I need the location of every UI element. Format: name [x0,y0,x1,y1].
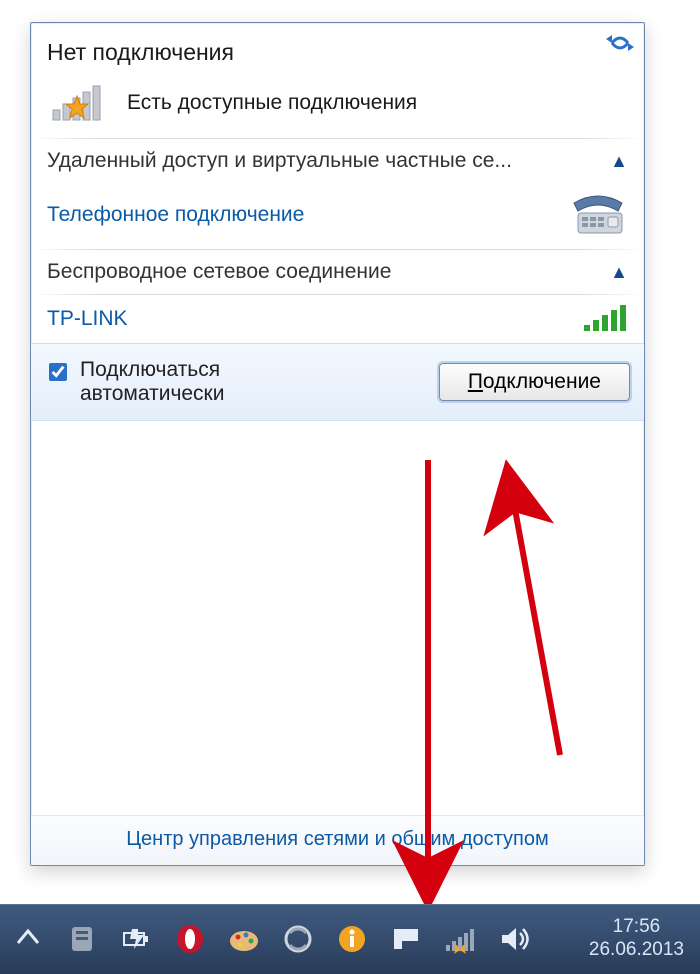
wifi-ssid: TP-LINK [47,307,128,331]
dialup-connection-item[interactable]: Телефонное подключение [31,183,644,249]
available-connections-text: Есть доступные подключения [127,91,417,115]
telephone-modem-icon [568,193,628,237]
refresh-icon [606,31,634,55]
refresh-button[interactable] [606,31,634,55]
tray-paint-icon[interactable] [226,921,262,957]
tray-info-icon[interactable] [334,921,370,957]
signal-strength-icon [584,305,628,333]
network-flyout: Нет подключения [30,22,645,866]
wireless-section-header[interactable]: Беспроводное сетевое соединение ▲ [31,250,644,294]
tray-volume-icon[interactable] [496,921,532,957]
taskbar-tray [10,921,532,957]
connect-button-rest: одключение [483,370,601,393]
connect-button[interactable]: Подключение [439,363,630,401]
connect-button-hotkey: П [468,370,483,393]
wifi-connect-panel: Подключаться автоматически Подключение [31,343,644,421]
tray-evernote-icon[interactable] [64,921,100,957]
chevron-up-icon: ▲ [610,151,628,172]
flyout-header: Нет подключения [31,23,644,138]
dialup-vpn-title: Удаленный доступ и виртуальные частные с… [47,149,512,173]
clock-date: 26.06.2013 [589,939,684,962]
wifi-network-item[interactable]: TP-LINK [31,295,644,343]
auto-connect-option[interactable]: Подключаться автоматически [45,358,290,406]
available-connections-row: Есть доступные подключения [47,82,628,124]
tray-show-hidden-icon[interactable] [10,921,46,957]
clock-time: 17:56 [589,916,684,939]
tray-opera-icon[interactable] [172,921,208,957]
tray-power-icon[interactable] [118,921,154,957]
taskbar-clock[interactable]: 17:56 26.06.2013 [589,916,690,962]
auto-connect-label: Подключаться автоматически [80,358,290,406]
tray-network-icon[interactable] [442,921,478,957]
auto-connect-checkbox[interactable] [49,363,67,381]
tray-action-center-icon[interactable] [388,921,424,957]
dialup-connection-label: Телефонное подключение [47,203,568,227]
connection-status-title: Нет подключения [47,39,628,66]
network-sharing-center-link[interactable]: Центр управления сетями и общим доступом [31,815,644,865]
wireless-section-title: Беспроводное сетевое соединение [47,260,391,284]
tray-sync-icon[interactable] [280,921,316,957]
taskbar: 17:56 26.06.2013 [0,904,700,974]
signal-with-alert-icon [51,82,107,124]
chevron-up-icon: ▲ [610,262,628,283]
dialup-vpn-section-header[interactable]: Удаленный доступ и виртуальные частные с… [31,139,644,183]
